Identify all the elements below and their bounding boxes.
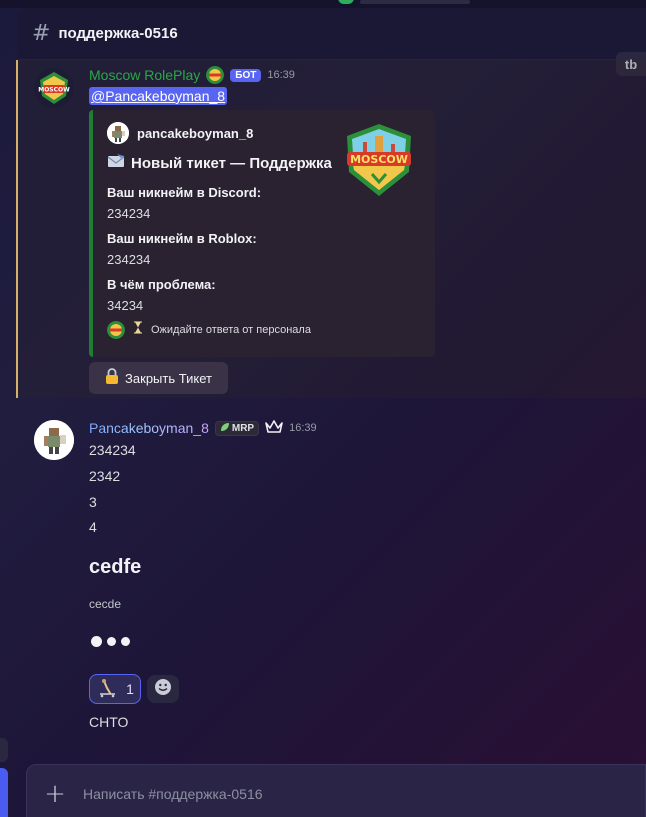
- bot-author-name[interactable]: Moscow RolePlay: [89, 67, 200, 83]
- embed-title: Новый тикет — Поддержка: [107, 154, 332, 172]
- smiley-icon: [154, 678, 172, 700]
- field-name: В чём проблема:: [107, 277, 216, 292]
- message-time: 16:39: [289, 422, 317, 434]
- message-input[interactable]: [83, 786, 583, 802]
- top-strip: [0, 0, 646, 8]
- reaction-button[interactable]: 1: [89, 674, 141, 704]
- embed-author: pancakeboyman_8: [107, 122, 253, 144]
- embed-footer: Ожидайте ответа от персонала: [107, 321, 311, 339]
- embed-thumbnail[interactable]: MOSCOW: [339, 120, 419, 200]
- embed-title-text: Новый тикет — Поддержка: [131, 154, 332, 172]
- field-name: Ваш никнейм в Discord:: [107, 185, 262, 200]
- field-value: 234234: [107, 252, 151, 267]
- guild-tag-label: MRP: [231, 422, 255, 434]
- bot-author-line: Moscow RolePlay БОТ 16:39: [89, 66, 295, 84]
- reaction-count: 1: [126, 681, 134, 697]
- guild-tag-badge[interactable]: MRP: [214, 420, 260, 436]
- sidebar-edge-active: [0, 768, 8, 817]
- typing-dots: [91, 636, 130, 647]
- svg-text:MOSCOW: MOSCOW: [350, 153, 408, 166]
- add-reaction-button[interactable]: [147, 675, 179, 703]
- message-composer: +: [26, 764, 646, 817]
- embed-field: Ваш никнейм в Roblox: 234234: [107, 231, 257, 267]
- close-ticket-label: Закрыть Тикет: [125, 370, 212, 386]
- crown-icon: [265, 420, 283, 436]
- hash-icon: #: [32, 21, 51, 46]
- user-author-line: Pancakeboyman_8 MRP 16:39: [89, 420, 317, 436]
- add-attachment-button[interactable]: +: [27, 779, 83, 809]
- message-time: 16:39: [267, 69, 295, 81]
- message-line: 234234: [89, 442, 136, 458]
- ticket-embed: pancakeboyman_8 Новый тикет — Поддержка …: [89, 110, 435, 357]
- bot-avatar[interactable]: MOSCOW: [34, 68, 74, 108]
- message-line: 3: [89, 494, 97, 510]
- embed-author-name[interactable]: pancakeboyman_8: [137, 126, 253, 141]
- server-emblem-icon: [206, 66, 225, 84]
- channel-header: # поддержка-0516: [18, 8, 646, 60]
- svg-text:MOSCOW: MOSCOW: [38, 87, 70, 94]
- user-author-name[interactable]: Pancakeboyman_8: [89, 420, 209, 436]
- envelope-icon: [107, 154, 125, 172]
- lock-icon: [105, 368, 119, 388]
- field-name: Ваш никнейм в Roblox:: [107, 231, 257, 246]
- close-ticket-button[interactable]: Закрыть Тикет: [89, 362, 228, 394]
- status-icon: [338, 0, 354, 4]
- leaf-icon: [220, 422, 230, 435]
- skater-emoji: [96, 678, 118, 701]
- message-line: CHTO: [89, 714, 129, 730]
- dot: [121, 637, 130, 646]
- message-line: 4: [89, 519, 97, 535]
- bot-badge: БОТ: [230, 68, 262, 82]
- dot: [91, 636, 102, 647]
- dot: [107, 637, 116, 646]
- top-bar: [360, 0, 470, 4]
- sidebar-edge: [0, 738, 8, 762]
- message-line: 2342: [89, 468, 121, 484]
- hourglass-icon: [133, 321, 143, 339]
- embed-field: Ваш никнейм в Discord: 234234: [107, 185, 261, 221]
- user-avatar[interactable]: [34, 420, 74, 460]
- channel-name: поддержка-0516: [58, 25, 178, 42]
- embed-field: В чём проблема: 34234: [107, 277, 216, 313]
- footer-emblem-icon: [107, 321, 125, 339]
- message-heading: cedfe: [89, 556, 142, 578]
- embed-author-avatar: [107, 122, 129, 144]
- field-value: 34234: [107, 298, 144, 313]
- embed-footer-text: Ожидайте ответа от персонала: [151, 324, 311, 336]
- message-subtext: cecde: [89, 597, 122, 611]
- field-value: 234234: [107, 206, 151, 221]
- user-mention[interactable]: @Pancakeboyman_8: [89, 87, 228, 105]
